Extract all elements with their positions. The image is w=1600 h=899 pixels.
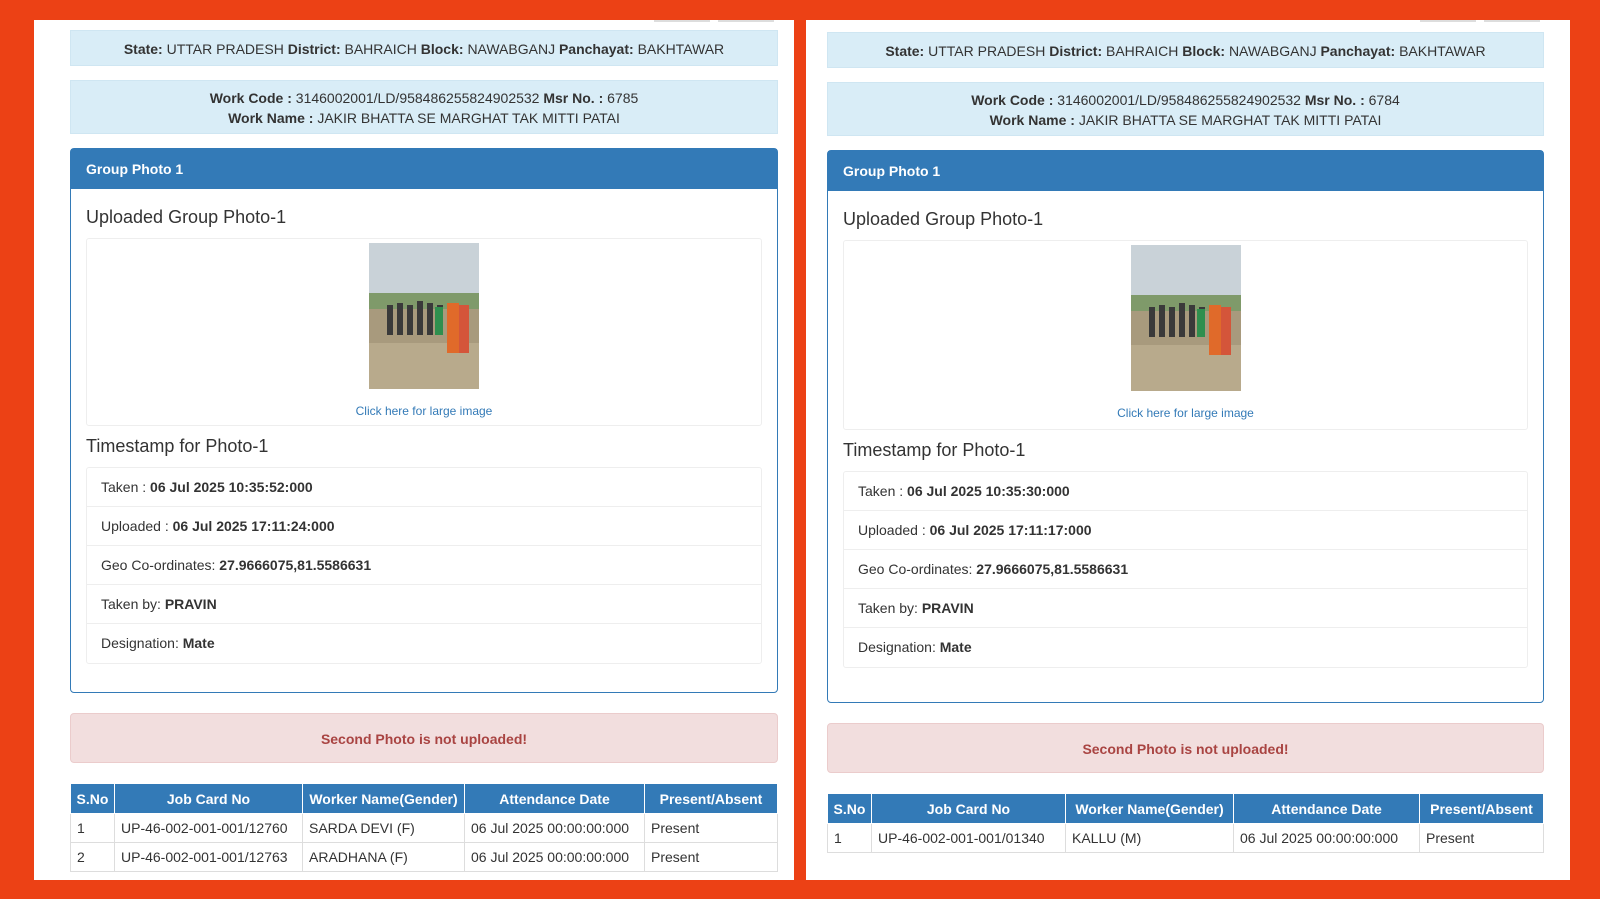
- timestamp-list: Taken : 06 Jul 2025 10:35:52:000 Uploade…: [86, 467, 762, 664]
- location-info: State: UTTAR PRADESH District: BAHRAICH …: [70, 30, 778, 66]
- cell: SARDA DEVI (F): [302, 813, 465, 843]
- col-jobcard: Job Card No: [114, 783, 303, 814]
- group-photo-thumbnail[interactable]: [369, 243, 479, 389]
- col-sno: S.No: [70, 783, 115, 814]
- photo-box: Click here for large image: [86, 238, 762, 426]
- cell: UP-46-002-001-001/01340: [871, 823, 1066, 853]
- cell: Present: [644, 842, 778, 872]
- large-image-link[interactable]: Click here for large image: [844, 406, 1527, 420]
- large-image-link[interactable]: Click here for large image: [87, 404, 761, 418]
- cell: ARADHANA (F): [302, 842, 465, 872]
- group-photo-card: Group Photo 1 Uploaded Group Photo-1 Cli…: [827, 150, 1544, 703]
- cell: 2: [70, 842, 115, 872]
- mr-panel-left: State: UTTAR PRADESH District: BAHRAICH …: [34, 20, 794, 880]
- uploaded-photo-title: Uploaded Group Photo-1: [843, 209, 1044, 229]
- work-info: Work Code : 3146002001/LD/95848625582490…: [827, 82, 1544, 136]
- attendance-table: S.No Job Card No Worker Name(Gender) Att…: [70, 783, 778, 872]
- work-info: Work Code : 3146002001/LD/95848625582490…: [70, 80, 778, 134]
- cell: KALLU (M): [1065, 823, 1234, 853]
- designation-row: Designation: Mate: [858, 639, 972, 655]
- cell: Present: [644, 813, 778, 843]
- taken-by-row: Taken by: PRAVIN: [844, 589, 1527, 628]
- timestamp-title: Timestamp for Photo-1: [843, 440, 1026, 460]
- uploaded-photo-title: Uploaded Group Photo-1: [86, 207, 287, 227]
- designation-row: Designation: Mate: [101, 635, 215, 651]
- mr-panel-right: State: UTTAR PRADESH District: BAHRAICH …: [806, 20, 1570, 880]
- col-date: Attendance Date: [464, 783, 645, 814]
- table-row: 1 UP-46-002-001-001/12760 SARDA DEVI (F)…: [70, 813, 778, 843]
- photo-box: Click here for large image: [843, 240, 1528, 430]
- cell: 06 Jul 2025 00:00:00:000: [464, 842, 645, 872]
- cell: 06 Jul 2025 00:00:00:000: [464, 813, 645, 843]
- table-row: 2 UP-46-002-001-001/12763 ARADHANA (F) 0…: [70, 842, 778, 872]
- group-photo-thumbnail[interactable]: [1130, 245, 1241, 391]
- taken-row: Taken : 06 Jul 2025 10:35:52:000: [87, 468, 761, 507]
- col-worker: Worker Name(Gender): [302, 783, 465, 814]
- geo-row: Geo Co-ordinates: 27.9666075,81.5586631: [87, 546, 761, 585]
- group-photo-card: Group Photo 1 Uploaded Group Photo-1 Cli…: [70, 148, 778, 693]
- timestamp-title: Timestamp for Photo-1: [86, 436, 269, 456]
- col-sno: S.No: [827, 793, 872, 824]
- col-jobcard: Job Card No: [871, 793, 1066, 824]
- cell: 1: [827, 823, 872, 853]
- col-present: Present/Absent: [644, 783, 778, 814]
- taken-by-row: Taken by: PRAVIN: [87, 585, 761, 624]
- cell: UP-46-002-001-001/12760: [114, 813, 303, 843]
- location-info: State: UTTAR PRADESH District: BAHRAICH …: [827, 32, 1544, 68]
- col-worker: Worker Name(Gender): [1065, 793, 1234, 824]
- table-row: 1 UP-46-002-001-001/01340 KALLU (M) 06 J…: [827, 823, 1544, 853]
- taken-row: Taken : 06 Jul 2025 10:35:30:000: [844, 472, 1527, 511]
- second-photo-alert: Second Photo is not uploaded!: [827, 723, 1544, 773]
- col-date: Attendance Date: [1233, 793, 1420, 824]
- timestamp-list: Taken : 06 Jul 2025 10:35:30:000 Uploade…: [843, 471, 1528, 668]
- card-title: Group Photo 1: [828, 151, 1543, 191]
- card-title: Group Photo 1: [71, 149, 777, 189]
- cell: UP-46-002-001-001/12763: [114, 842, 303, 872]
- attendance-table: S.No Job Card No Worker Name(Gender) Att…: [827, 793, 1544, 853]
- cell: 06 Jul 2025 00:00:00:000: [1233, 823, 1420, 853]
- cell: Present: [1419, 823, 1544, 853]
- second-photo-alert: Second Photo is not uploaded!: [70, 713, 778, 763]
- col-present: Present/Absent: [1419, 793, 1544, 824]
- cell: 1: [70, 813, 115, 843]
- uploaded-row: Uploaded : 06 Jul 2025 17:11:17:000: [844, 511, 1527, 550]
- uploaded-row: Uploaded : 06 Jul 2025 17:11:24:000: [87, 507, 761, 546]
- geo-row: Geo Co-ordinates: 27.9666075,81.5586631: [844, 550, 1527, 589]
